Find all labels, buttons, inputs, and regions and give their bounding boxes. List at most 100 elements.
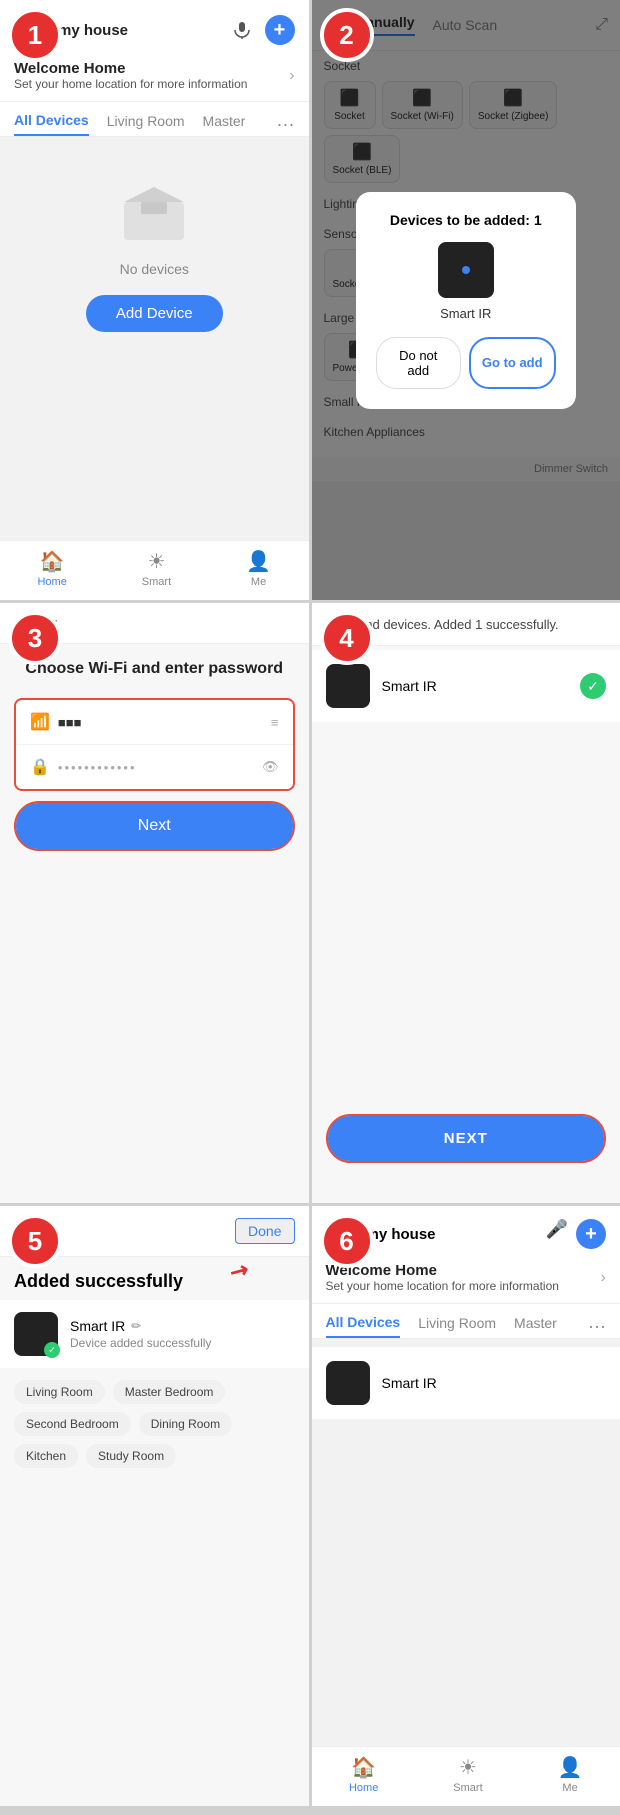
- bottom-nav-6: 🏠 Home ☀ Smart 👤 Me: [312, 1746, 620, 1806]
- mic-icon-6[interactable]: 🎤: [546, 1219, 568, 1249]
- smart-nav-icon: ☀: [148, 549, 166, 574]
- tag-second-bedroom[interactable]: Second Bedroom: [14, 1412, 131, 1436]
- found-device-name: Smart IR: [382, 678, 569, 694]
- location-desc: Set your home location for more informat…: [14, 77, 247, 91]
- house-title: my house: [58, 22, 128, 39]
- chevron-right-icon[interactable]: ›: [289, 67, 294, 85]
- panel1-tabs: All Devices Living Room Master ···: [0, 102, 309, 136]
- nav-home[interactable]: 🏠 Home: [37, 549, 66, 588]
- panel1-content: No devices Add Device: [0, 137, 309, 372]
- device-info: Smart IR ✏ Device added successfully: [70, 1318, 295, 1350]
- nav-home-label: Home: [37, 576, 66, 588]
- step-badge-6: 6: [320, 1214, 374, 1268]
- next-button-4[interactable]: NEXT: [328, 1116, 605, 1161]
- tag-master-bedroom[interactable]: Master Bedroom: [113, 1380, 226, 1404]
- panel-step3: 3 Cancel Choose Wi-Fi and enter password…: [0, 603, 309, 1203]
- add-device-button[interactable]: Add Device: [86, 295, 223, 332]
- modal-title: Devices to be added: 1: [376, 212, 556, 228]
- success-message: Found devices. Added 1 successfully.: [343, 617, 559, 632]
- bottom-nav-1: 🏠 Home ☀ Smart 👤 Me: [0, 540, 309, 600]
- tabs-more-icon[interactable]: ···: [277, 114, 295, 135]
- panel-step5: 5 Done ↗ Added successfully ✓ Smart IR ✏…: [0, 1206, 309, 1806]
- tab-all-devices-6[interactable]: All Devices: [326, 1314, 401, 1338]
- password-input[interactable]: ••••••••••••: [58, 760, 254, 775]
- next-btn-wrap: Next: [14, 801, 295, 851]
- step-badge-4: 4: [320, 611, 374, 665]
- tag-dining-room[interactable]: Dining Room: [139, 1412, 232, 1436]
- device-icon-wrap: ✓: [14, 1312, 58, 1356]
- home-nav-icon: 🏠: [40, 549, 65, 574]
- next-btn-wrap-4: NEXT: [326, 1114, 607, 1163]
- welcome-home: Welcome Home: [14, 60, 247, 77]
- tag-living-room[interactable]: Living Room: [14, 1380, 105, 1404]
- room-tags: Living Room Master Bedroom Second Bedroo…: [0, 1380, 309, 1468]
- nav-home-6[interactable]: 🏠 Home: [349, 1755, 378, 1794]
- panel-step2: 2 Add Manually Auto Scan ⤢ Socket ⬛ Sock…: [312, 0, 620, 600]
- do-not-add-button[interactable]: Do not add: [376, 337, 461, 389]
- wifi-input-group: 📶 ■■■ ≡ 🔒 •••••••••••• 👁: [14, 698, 295, 791]
- step-badge-5: 5: [8, 1214, 62, 1268]
- nav-smart[interactable]: ☀ Smart: [142, 549, 171, 588]
- added-device-row: ✓ Smart IR ✏ Device added successfully: [0, 1300, 309, 1368]
- nav-me-6[interactable]: 👤 Me: [558, 1755, 583, 1794]
- nav-smart-6[interactable]: ☀ Smart: [453, 1755, 482, 1794]
- smart-ir-icon-4: [326, 664, 370, 708]
- wifi-name-input[interactable]: ■■■: [58, 715, 263, 730]
- tag-kitchen[interactable]: Kitchen: [14, 1444, 78, 1468]
- device-check-icon: ✓: [44, 1342, 60, 1358]
- tag-study-room[interactable]: Study Room: [86, 1444, 176, 1468]
- step-badge-3: 3: [8, 611, 62, 665]
- smart-nav-icon-6: ☀: [459, 1755, 477, 1780]
- tab-all-devices[interactable]: All Devices: [14, 112, 89, 136]
- smart-ir-device-icon: [438, 242, 494, 298]
- me-nav-icon: 👤: [246, 549, 271, 574]
- nav-smart-label-6: Smart: [453, 1782, 482, 1794]
- no-devices-label: No devices: [120, 261, 189, 277]
- eye-icon[interactable]: 👁: [262, 759, 279, 775]
- step-badge-1: 1: [8, 8, 62, 62]
- success-check-icon: ✓: [580, 673, 606, 699]
- add-device-modal: Devices to be added: 1 Smart IR Do not a…: [356, 192, 576, 409]
- tab-master[interactable]: Master: [203, 113, 246, 135]
- tab-living-room-6[interactable]: Living Room: [418, 1315, 496, 1337]
- panel6-tabs: All Devices Living Room Master ···: [312, 1304, 620, 1338]
- nav-me-label: Me: [251, 576, 266, 588]
- panel-step4: 4 × Found devices. Added 1 successfully.…: [312, 603, 620, 1203]
- mic-icon[interactable]: [227, 15, 257, 45]
- device-name-6: Smart IR: [382, 1375, 437, 1391]
- house-title-6: my house: [366, 1226, 436, 1243]
- done-button[interactable]: Done: [235, 1218, 294, 1244]
- nav-me[interactable]: 👤 Me: [246, 549, 271, 588]
- chevron-right-icon-6[interactable]: ›: [601, 1269, 606, 1287]
- modal-device-name: Smart IR: [376, 306, 556, 321]
- nav-home-label-6: Home: [349, 1782, 378, 1794]
- nav-smart-label: Smart: [142, 576, 171, 588]
- tab-master-6[interactable]: Master: [514, 1315, 557, 1337]
- next-button[interactable]: Next: [16, 803, 293, 849]
- wifi-chevron-icon[interactable]: ≡: [271, 715, 279, 730]
- tab-living-room[interactable]: Living Room: [107, 113, 185, 135]
- add-button[interactable]: +: [265, 15, 295, 45]
- empty-box-icon: [109, 177, 199, 247]
- device-name-5: Smart IR ✏: [70, 1318, 295, 1334]
- panel-step1: 1 my house: [0, 0, 309, 600]
- location-desc-6: Set your home location for more informat…: [326, 1279, 559, 1293]
- device-sub-5: Device added successfully: [70, 1336, 295, 1350]
- modal-overlay: Devices to be added: 1 Smart IR Do not a…: [312, 0, 620, 600]
- device-row-6: Smart IR: [312, 1347, 620, 1419]
- home-nav-icon-6: 🏠: [351, 1755, 376, 1780]
- step-badge-2: 2: [320, 8, 374, 62]
- add-button-6[interactable]: +: [576, 1219, 606, 1249]
- me-nav-icon-6: 👤: [558, 1755, 583, 1780]
- tabs-more-icon-6[interactable]: ···: [588, 1316, 606, 1337]
- password-row: 🔒 •••••••••••• 👁: [16, 745, 293, 789]
- panel-step6: 6 my house 🎤 + Welcome Home Set yo: [312, 1206, 620, 1806]
- go-to-add-button[interactable]: Go to add: [469, 337, 556, 389]
- wifi-name-row: 📶 ■■■ ≡: [16, 700, 293, 745]
- smart-ir-icon-6: [326, 1361, 370, 1405]
- panel1-info: Welcome Home Set your home location for …: [0, 56, 309, 102]
- edit-icon[interactable]: ✏: [131, 1319, 141, 1333]
- welcome-home-6: Welcome Home: [326, 1262, 559, 1279]
- wifi-icon: 📶: [30, 712, 50, 732]
- lock-icon: 🔒: [30, 757, 50, 777]
